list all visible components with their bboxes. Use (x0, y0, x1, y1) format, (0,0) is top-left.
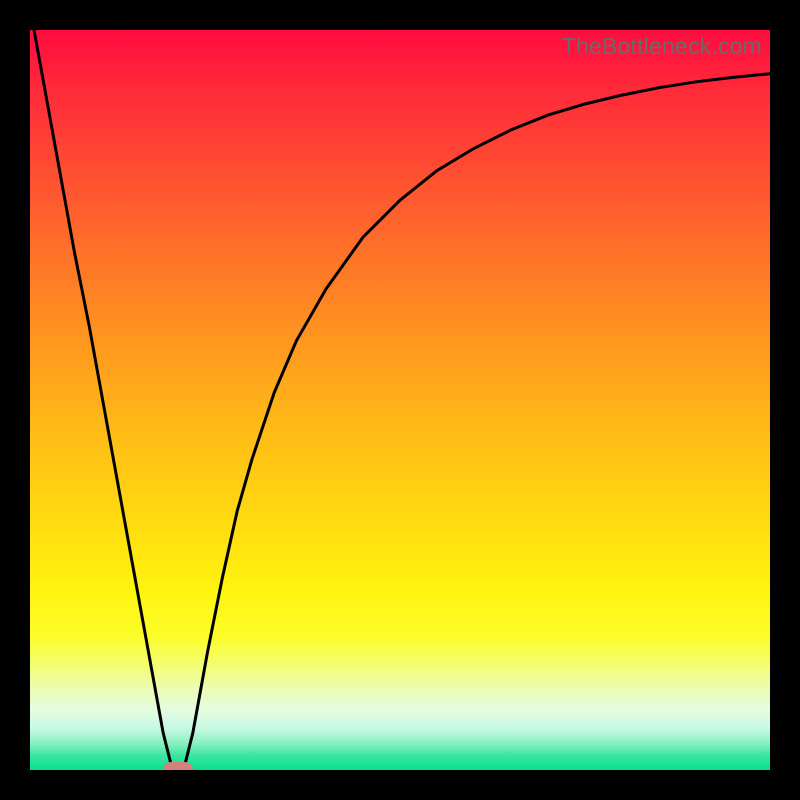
bottleneck-curve (30, 30, 770, 770)
chart-frame: TheBottleneck.com (0, 0, 800, 800)
plot-area: TheBottleneck.com (30, 30, 770, 770)
optimal-marker (163, 762, 193, 770)
curve-path (30, 30, 770, 770)
